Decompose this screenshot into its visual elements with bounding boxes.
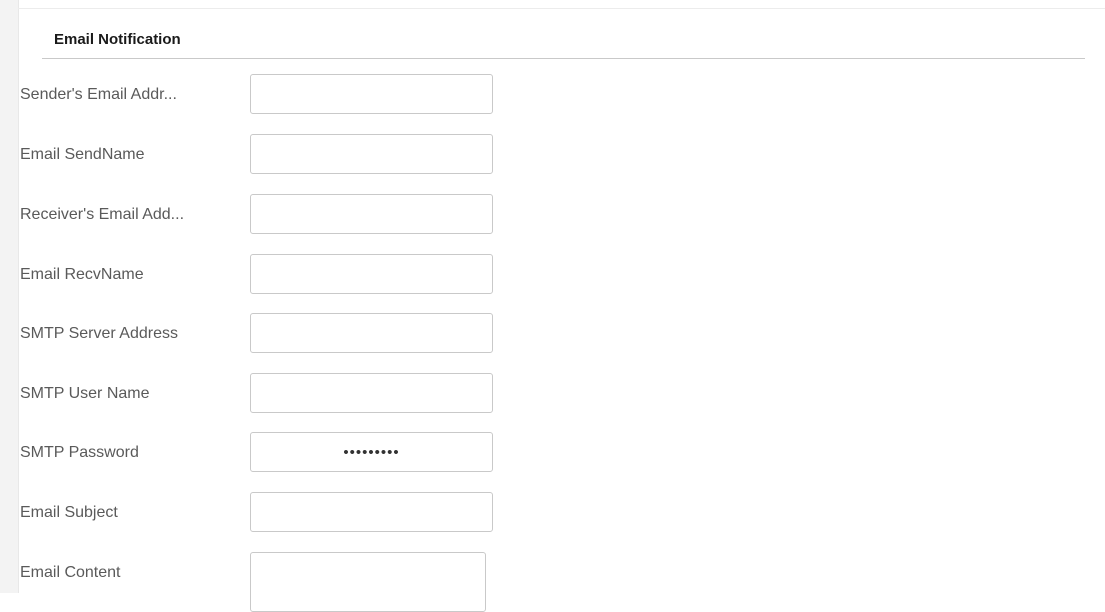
form-row-smtp-password: SMTP Password (20, 432, 500, 472)
email-notification-section: Email Notification (42, 22, 1085, 59)
email-content-label: Email Content (20, 564, 121, 581)
recv-name-label: Email RecvName (20, 266, 144, 283)
smtp-password-label: SMTP Password (20, 444, 139, 461)
receiver-email-label: Receiver's Email Add... (20, 206, 185, 223)
smtp-user-label: SMTP User Name (20, 385, 150, 402)
recv-name-input[interactable] (250, 254, 493, 294)
smtp-server-label: SMTP Server Address (20, 325, 178, 342)
form-row-sender-email: Sender's Email Addr... (20, 74, 500, 114)
top-divider (18, 8, 1105, 9)
send-name-label: Email SendName (20, 146, 145, 163)
smtp-password-input[interactable] (250, 432, 493, 472)
form-row-email-content: Email Content (20, 552, 500, 612)
receiver-email-input[interactable] (250, 194, 493, 234)
form-row-recv-name: Email RecvName (20, 254, 500, 294)
form-row-smtp-server: SMTP Server Address (20, 313, 500, 353)
sender-email-input[interactable] (250, 74, 493, 114)
email-subject-label: Email Subject (20, 504, 118, 521)
sender-email-label: Sender's Email Addr... (20, 86, 177, 103)
send-name-input[interactable] (250, 134, 493, 174)
form-row-send-name: Email SendName (20, 134, 500, 174)
email-content-textarea[interactable] (250, 552, 486, 612)
left-rail (0, 0, 19, 593)
form-row-email-subject: Email Subject (20, 492, 500, 532)
form-row-smtp-user: SMTP User Name (20, 373, 500, 413)
smtp-user-input[interactable] (250, 373, 493, 413)
form-row-receiver-email: Receiver's Email Add... (20, 194, 500, 234)
email-subject-input[interactable] (250, 492, 493, 532)
section-title: Email Notification (42, 22, 1085, 59)
smtp-server-input[interactable] (250, 313, 493, 353)
